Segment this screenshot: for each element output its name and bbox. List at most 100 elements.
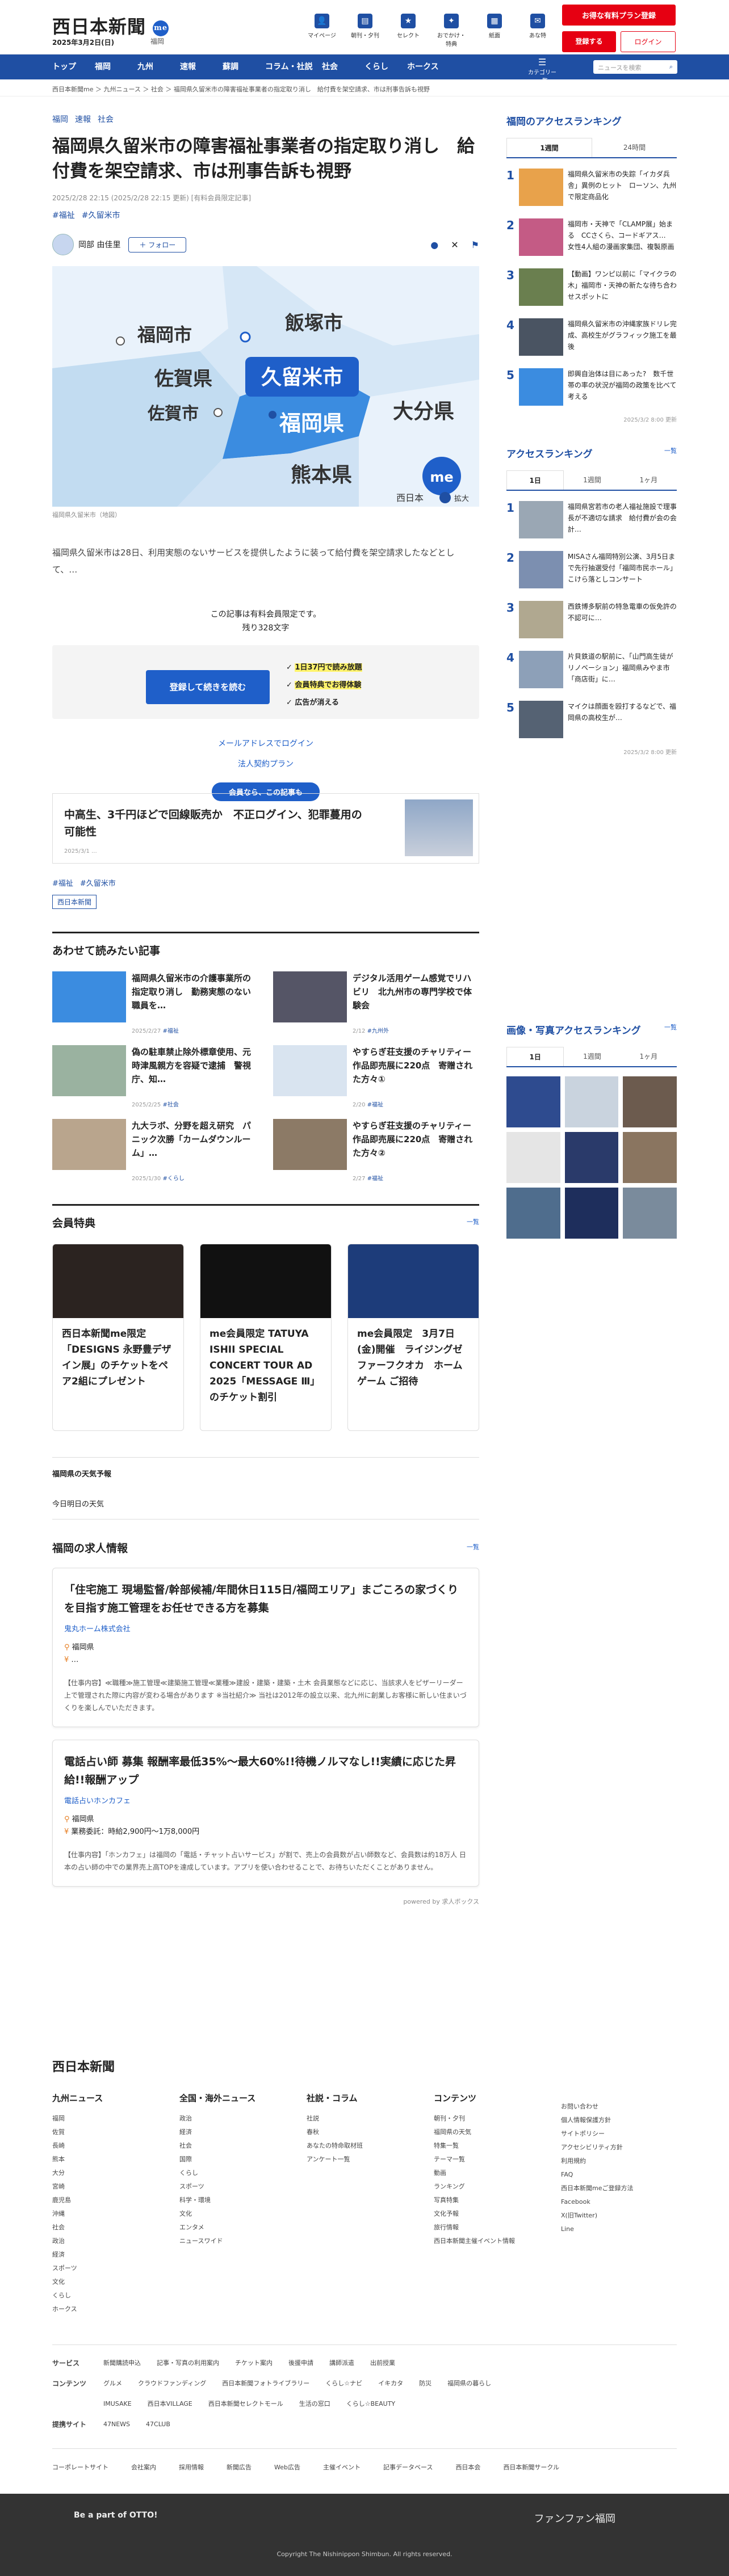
footer-link[interactable]: Web広告: [274, 2463, 300, 2472]
avatar[interactable]: [52, 234, 74, 255]
bottom-tag-kurume[interactable]: #久留米市: [80, 877, 116, 888]
search-input[interactable]: ニュースを検索 ⌕: [593, 60, 677, 74]
footer-link[interactable]: 講師派遣: [329, 2359, 354, 2367]
photo-thumb[interactable]: [506, 1132, 560, 1183]
footer-link[interactable]: 西日本新聞フォトライブラリー: [222, 2380, 309, 2387]
register-button[interactable]: 登録する: [562, 31, 616, 52]
tab-day[interactable]: 1日: [506, 470, 564, 490]
nav-top[interactable]: トップ: [52, 54, 95, 79]
footer-link[interactable]: 記事データベース: [383, 2463, 433, 2472]
bottom-tag-welfare[interactable]: #福祉: [52, 877, 73, 888]
footer-link[interactable]: 文化: [52, 2275, 168, 2289]
email-login-link[interactable]: メールアドレスでログイン: [52, 734, 479, 754]
nav-life[interactable]: くらし: [364, 54, 407, 79]
nav-society[interactable]: 社会: [322, 54, 364, 79]
footer-link[interactable]: FAQ: [561, 2168, 677, 2182]
select-link[interactable]: ★ セレクト: [393, 14, 424, 48]
ranking-item[interactable]: 3 【動画】ワンピ以前に「マイクラの木」福岡市・天神の新たな待ち合わせスポットに: [506, 268, 677, 308]
photo-thumb[interactable]: [623, 1076, 677, 1127]
footer-link[interactable]: コーポレートサイト: [52, 2463, 108, 2472]
photo-ranking-more[interactable]: 一覧: [664, 1022, 677, 1032]
footer-link[interactable]: 宮崎: [52, 2180, 168, 2194]
events-link[interactable]: ✦ おでかけ・特典: [436, 14, 467, 48]
header-weather[interactable]: 福岡: [150, 36, 164, 46]
footer-link[interactable]: アクセシビリティ方針: [561, 2141, 677, 2154]
footer-link[interactable]: 福岡: [52, 2112, 168, 2125]
footer-link[interactable]: 福岡県の天気: [434, 2125, 550, 2139]
footer-link[interactable]: 後援申請: [288, 2359, 313, 2367]
footer-link[interactable]: グルメ: [103, 2380, 122, 2387]
footer-link[interactable]: 新聞広告: [227, 2463, 252, 2472]
footer-link[interactable]: スポーツ: [52, 2262, 168, 2275]
breadcrumb[interactable]: 西日本新聞me ＞ 九州ニュース ＞ 社会 ＞ 福岡県久留米市の障害福祉事業者の…: [0, 79, 729, 96]
footer-link[interactable]: Line: [561, 2223, 677, 2236]
login-button[interactable]: ログイン: [621, 31, 676, 52]
tab-week[interactable]: 1週間: [506, 138, 592, 157]
nav-investigation[interactable]: 蘇調: [223, 54, 265, 79]
footer-bottom-links[interactable]: コーポレートサイト 会社案内 採用情報 新聞広告 Web広告 主催イベント 記事データベース…: [52, 2448, 677, 2472]
footer-link[interactable]: 新聞購読申込: [103, 2359, 141, 2367]
footer-link[interactable]: くらし☆ナビ: [325, 2380, 362, 2387]
photo-thumb[interactable]: [564, 1188, 619, 1239]
otto-logo[interactable]: Be a part of OTTO!: [74, 2511, 158, 2520]
footer-link[interactable]: 社会: [52, 2221, 168, 2234]
weather-link[interactable]: 今日明日の天気: [52, 1488, 479, 1519]
footer-link[interactable]: 47NEWS: [103, 2421, 130, 2428]
footer-link[interactable]: サイトポリシー: [561, 2127, 677, 2141]
footer-link[interactable]: あなたの特命取材班: [307, 2139, 422, 2153]
hashtag-welfare[interactable]: #福祉: [52, 209, 75, 221]
job-card[interactable]: 電話占い師 募集 報酬率最低35%〜最大60%!!待機ノルマなし!!実績に応じた…: [52, 1740, 479, 1887]
promo-card[interactable]: 中高生、3千円ほどで回線販売か 不正ログイン、犯罪蔓用の可能性 2025/3/1…: [52, 793, 479, 864]
related-item[interactable]: やすらぎ荘支援のチャリティー作品即売展に220点 寄贈された方々① 2/20 #福…: [273, 1045, 479, 1108]
tab-month[interactable]: 1ヶ月: [621, 1047, 677, 1066]
ranking-item[interactable]: 5 即興自治体は目にあった? 数千世帯の率の状況が福岡の政策を比べて考える: [506, 368, 677, 408]
footer-link[interactable]: ランキング: [434, 2180, 550, 2194]
footer-link[interactable]: 文化予報: [434, 2207, 550, 2221]
footer-link[interactable]: 防災: [419, 2380, 431, 2387]
tag-society[interactable]: 社会: [98, 113, 114, 125]
source-badge[interactable]: 西日本新聞: [52, 895, 97, 909]
ranking-item[interactable]: 4 福岡県久留米市の沖縄家族ドリレ完成、高校生がグラフィック施工を最後: [506, 318, 677, 358]
footer-link[interactable]: イキカタ: [378, 2380, 403, 2387]
footer-link[interactable]: ホークス: [52, 2303, 168, 2316]
footer-link[interactable]: 個人情報保護方針: [561, 2114, 677, 2127]
footer-link[interactable]: 47CLUB: [146, 2421, 170, 2428]
footer-link[interactable]: エンタメ: [179, 2221, 295, 2234]
photo-thumb[interactable]: [564, 1132, 619, 1183]
jobs-sponsor[interactable]: powered by 求人ボックス: [52, 1897, 479, 1906]
related-item[interactable]: 福岡県久留米市の介護事業所の指定取り消し 勤務実態のない職員を… 2025/2/2…: [52, 971, 258, 1034]
tab-week[interactable]: 1週間: [564, 1047, 620, 1066]
article-map-image[interactable]: 久留米市 飯塚市 福岡市 佐賀県 佐賀市 福岡県 大分県 熊本県 me 西日本 …: [52, 266, 479, 507]
footer-link[interactable]: ニュースワイド: [179, 2234, 295, 2248]
footer-link[interactable]: 熊本: [52, 2153, 168, 2166]
search-icon[interactable]: ⌕: [669, 63, 673, 71]
author-name[interactable]: 岡部 由佳里: [78, 239, 120, 250]
fanfan-logo[interactable]: ファンファン福岡: [534, 2511, 615, 2526]
footer-link[interactable]: 会社案内: [131, 2463, 156, 2472]
footer-link[interactable]: 生活の窓口: [299, 2400, 330, 2407]
photo-thumb[interactable]: [623, 1132, 677, 1183]
ranking-item[interactable]: 2 福岡市・天神で「CLAMP展」始まる CCさくら、コードギアス… 女性4人組の…: [506, 218, 677, 258]
footer-link[interactable]: 政治: [179, 2112, 295, 2125]
footer-link[interactable]: テーマ一覧: [434, 2153, 550, 2166]
footer-link[interactable]: お問い合わせ: [561, 2100, 677, 2114]
footer-link[interactable]: 春秋: [307, 2125, 422, 2139]
x-icon[interactable]: ✕: [451, 239, 458, 250]
ranking-item[interactable]: 1 福岡県久留米市の失踪「イカダ兵舎」異例のヒット ローソン、九州で限定商品化: [506, 169, 677, 208]
footer-link[interactable]: 佐賀: [52, 2125, 168, 2139]
footer-link[interactable]: 写真特集: [434, 2194, 550, 2207]
footer-link[interactable]: 政治: [52, 2234, 168, 2248]
footer-link[interactable]: 大分: [52, 2166, 168, 2180]
tab-day[interactable]: 1日: [506, 1047, 564, 1066]
bookmark-icon[interactable]: ⚑: [471, 239, 479, 250]
photo-thumb[interactable]: [623, 1188, 677, 1239]
paper-link[interactable]: ▦ 紙面: [479, 14, 510, 48]
nav-kyushu[interactable]: 九州: [137, 54, 180, 79]
hashtag-kurume[interactable]: #久留米市: [82, 209, 120, 221]
footer-link[interactable]: 文化: [179, 2207, 295, 2221]
footer-link[interactable]: 経済: [52, 2248, 168, 2262]
tab-week[interactable]: 1週間: [564, 470, 620, 490]
ranking-item[interactable]: 4 片貝鉄道の駅前に、「山門高生徒がリノベーション」福岡県みやま市「商店街」に…: [506, 651, 677, 691]
footer-link[interactable]: 鹿児島: [52, 2194, 168, 2207]
footer-link[interactable]: 利用規約: [561, 2154, 677, 2168]
